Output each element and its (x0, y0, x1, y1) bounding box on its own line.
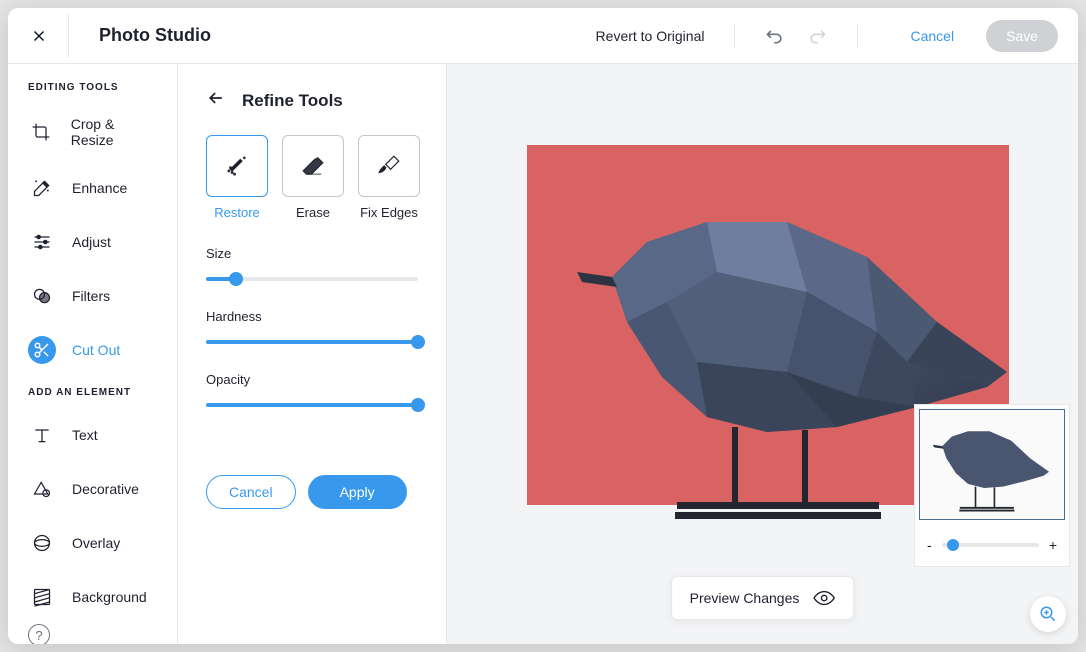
background-icon (28, 583, 56, 611)
tool-restore[interactable]: Restore (206, 135, 268, 220)
sidebar-item-label: Cut Out (72, 342, 120, 358)
sidebar-heading-tools: EDITING TOOLS (8, 82, 177, 103)
sidebar: EDITING TOOLS Crop & Resize Enhance Adju… (8, 64, 178, 644)
zoom-slider[interactable] (942, 538, 1039, 552)
sidebar-item-cut-out[interactable]: Cut Out (8, 326, 177, 374)
divider (734, 24, 735, 48)
sidebar-item-background[interactable]: Background (8, 573, 177, 621)
close-button[interactable] (28, 25, 50, 47)
eye-icon (813, 587, 835, 609)
sidebar-item-adjust[interactable]: Adjust (8, 218, 177, 266)
tool-label: Fix Edges (360, 205, 418, 220)
zoom-in-button[interactable]: + (1049, 537, 1057, 553)
shapes-icon (28, 475, 56, 503)
sidebar-item-crop-resize[interactable]: Crop & Resize (8, 106, 177, 158)
hardness-slider[interactable] (206, 334, 418, 350)
slider-label-opacity: Opacity (206, 372, 418, 387)
panel-apply-button[interactable]: Apply (308, 475, 407, 509)
sidebar-item-label: Decorative (72, 481, 139, 497)
size-slider[interactable] (206, 271, 418, 287)
sidebar-item-label: Text (72, 427, 98, 443)
minimap: - + (914, 404, 1070, 567)
scissors-icon (28, 336, 56, 364)
back-button[interactable] (206, 88, 226, 113)
sidebar-heading-elements: ADD AN ELEMENT (8, 387, 177, 408)
opacity-slider[interactable] (206, 397, 418, 413)
sidebar-item-label: Overlay (72, 535, 120, 551)
crop-icon (28, 118, 55, 146)
tool-fix-edges[interactable]: Fix Edges (358, 135, 420, 220)
overlay-icon (28, 529, 56, 557)
slider-label-size: Size (206, 246, 418, 261)
redo-button (807, 26, 827, 46)
tool-label: Restore (214, 205, 260, 220)
revert-to-original[interactable]: Revert to Original (596, 28, 705, 44)
sidebar-item-filters[interactable]: Filters (8, 272, 177, 320)
eraser-icon (300, 153, 326, 179)
panel-title: Refine Tools (242, 91, 343, 111)
tool-label: Erase (296, 205, 330, 220)
preview-label: Preview Changes (690, 590, 800, 606)
divider (857, 24, 858, 48)
slider-label-hardness: Hardness (206, 309, 418, 324)
sidebar-item-label: Filters (72, 288, 110, 304)
tool-erase[interactable]: Erase (282, 135, 344, 220)
minimap-viewport[interactable] (919, 409, 1065, 520)
help-button[interactable]: ? (28, 624, 50, 644)
sidebar-item-label: Background (72, 589, 147, 605)
sidebar-item-label: Enhance (72, 180, 127, 196)
brush-icon (376, 153, 402, 179)
filters-icon (28, 282, 56, 310)
sidebar-item-decorative[interactable]: Decorative (8, 465, 177, 513)
sidebar-item-enhance[interactable]: Enhance (8, 164, 177, 212)
zoom-fit-button[interactable] (1030, 596, 1066, 632)
header-cancel[interactable]: Cancel (910, 28, 954, 44)
restore-icon (224, 153, 250, 179)
panel-cancel-button[interactable]: Cancel (206, 475, 296, 509)
undo-button[interactable] (765, 26, 785, 46)
canvas-area: - + Preview Changes (447, 64, 1078, 644)
refine-panel: Refine Tools Restore Erase (178, 64, 447, 644)
divider (68, 14, 69, 58)
sliders-icon (28, 228, 56, 256)
sidebar-item-overlay[interactable]: Overlay (8, 519, 177, 567)
text-icon (28, 421, 56, 449)
sidebar-item-label: Crop & Resize (71, 116, 157, 148)
app-title: Photo Studio (99, 25, 211, 46)
zoom-out-button[interactable]: - (927, 537, 932, 553)
preview-changes-button[interactable]: Preview Changes (671, 576, 855, 620)
wand-icon (28, 174, 56, 202)
save-button: Save (986, 20, 1058, 52)
sidebar-item-text[interactable]: Text (8, 411, 177, 459)
sidebar-item-label: Adjust (72, 234, 111, 250)
